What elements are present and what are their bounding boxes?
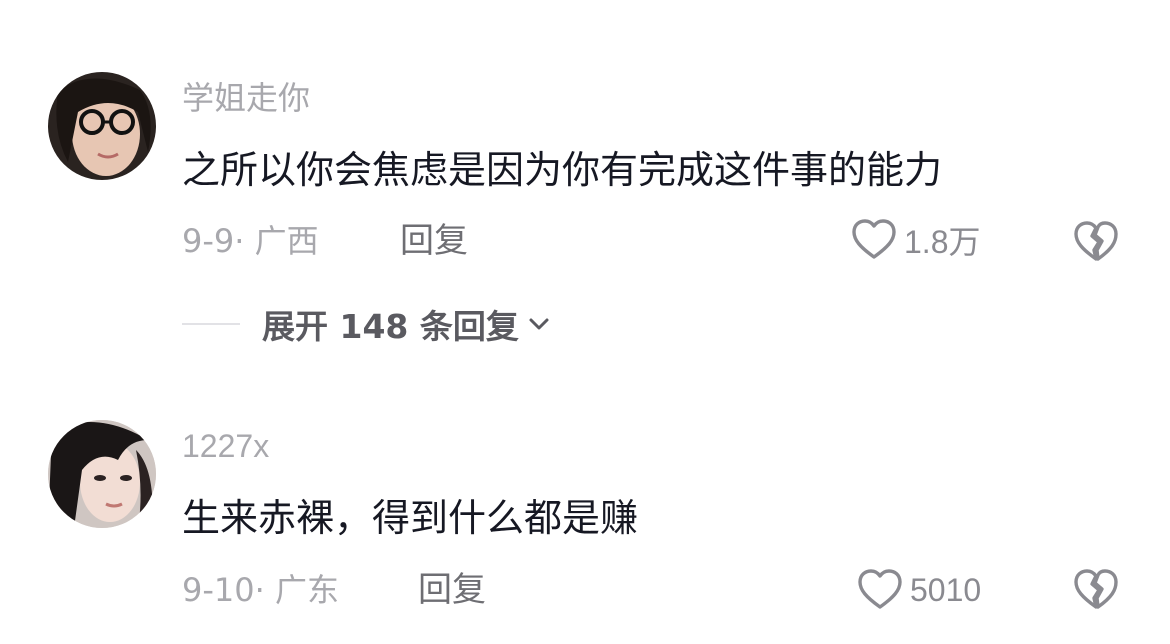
like-count: 5010 [910, 571, 982, 608]
comment-item: 1227x 生来赤裸，得到什么都是赚 9-10· 广东 回复 5010 [0, 0, 1170, 644]
username[interactable]: 1227x [182, 426, 269, 466]
heart-outline-icon [858, 569, 902, 609]
like-button[interactable]: 5010 [856, 566, 981, 614]
date-location: 9-10· 广东 [182, 571, 339, 609]
broken-heart-icon [1074, 569, 1118, 609]
reply-button[interactable]: 回复 [418, 570, 486, 610]
dislike-button[interactable] [1072, 566, 1120, 614]
avatar[interactable] [48, 420, 156, 528]
comment-text: 生来赤裸，得到什么都是赚 [182, 496, 639, 540]
